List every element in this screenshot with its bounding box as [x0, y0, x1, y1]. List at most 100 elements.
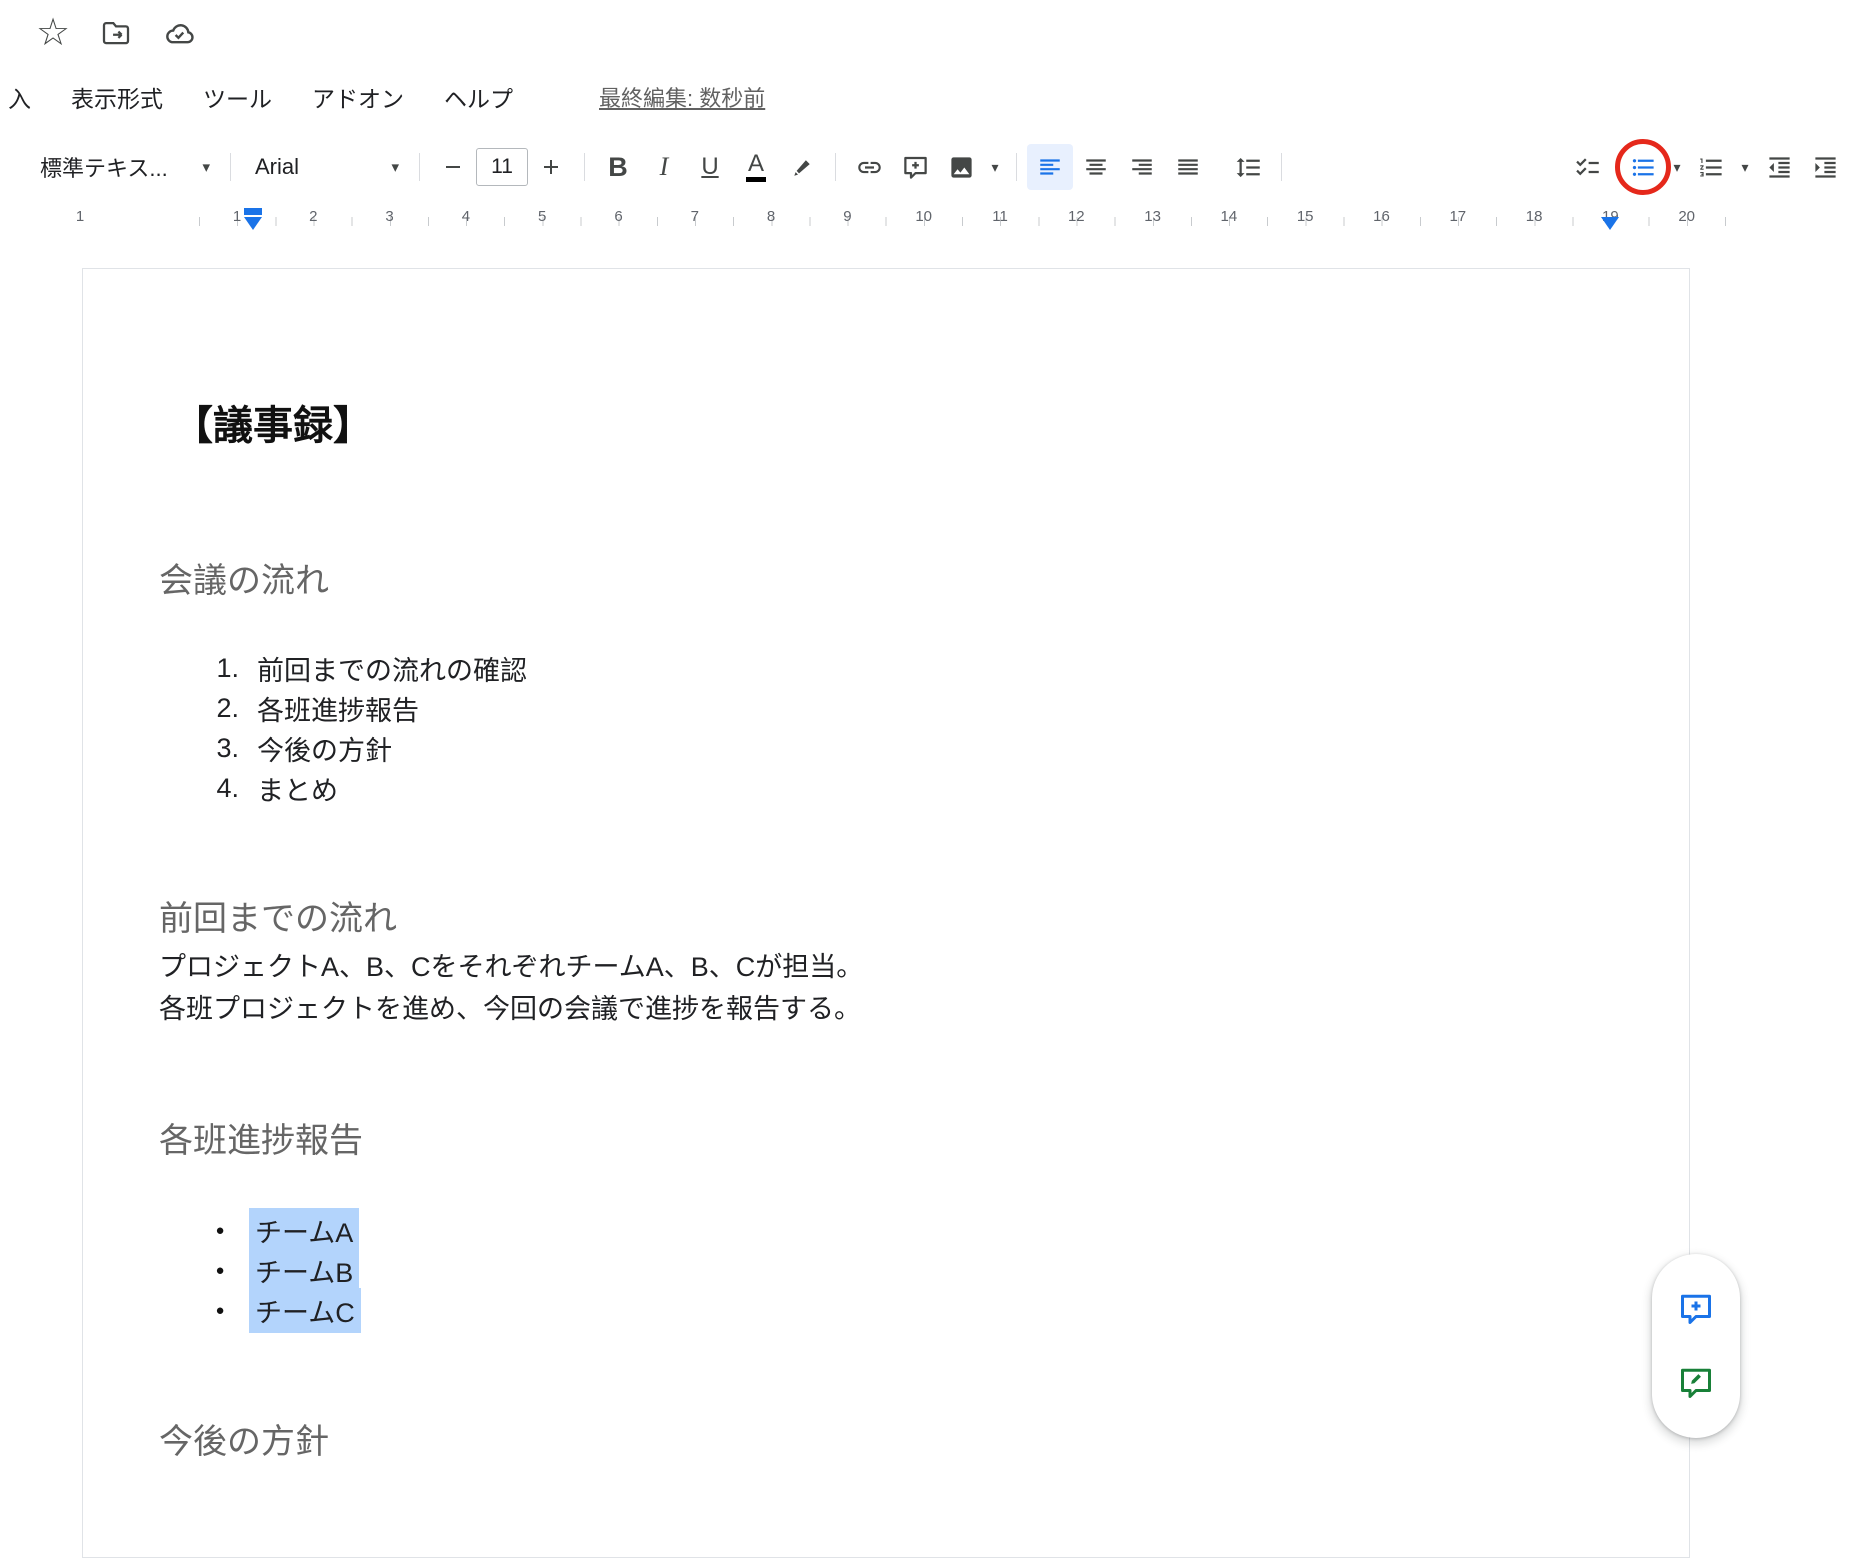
bulleted-list-menu-arrow[interactable]: ▾: [1666, 144, 1688, 190]
comment-add-icon: [1678, 1291, 1714, 1327]
align-right-button[interactable]: [1119, 144, 1165, 190]
increase-indent-button[interactable]: [1802, 144, 1848, 190]
ruler-number: 8: [767, 208, 775, 225]
align-right-icon: [1129, 154, 1155, 180]
align-justify-button[interactable]: [1165, 144, 1211, 190]
text-color-icon: A: [746, 152, 766, 182]
star-icon[interactable]: ☆: [36, 14, 70, 52]
insert-link-button[interactable]: [846, 144, 892, 190]
menu-format[interactable]: 表示形式: [71, 80, 163, 114]
link-icon: [856, 154, 883, 181]
ruler-number: 2: [309, 208, 317, 225]
list-item[interactable]: 2. 各班進捗報告: [201, 688, 527, 728]
ruler-number: 11: [992, 208, 1008, 225]
align-center-button[interactable]: [1073, 144, 1119, 190]
suggest-edit-button[interactable]: [1668, 1355, 1724, 1411]
document-page[interactable]: 【議事録】 会議の流れ 1. 前回までの流れの確認 2. 各班進捗報告 3. 今…: [82, 268, 1690, 1558]
comment-add-icon: [902, 154, 929, 181]
toolbar-separator: [1016, 153, 1017, 181]
decrease-font-size-button[interactable]: [430, 144, 476, 190]
decrease-indent-button[interactable]: [1756, 144, 1802, 190]
checklist-button[interactable]: [1564, 144, 1610, 190]
selected-text[interactable]: チームC: [249, 1288, 361, 1333]
ruler-number: 9: [843, 208, 851, 225]
team-bulleted-list: ● チームA ● チームB ● チームC: [207, 1210, 361, 1330]
ruler-number: 5: [538, 208, 546, 225]
add-comment-button[interactable]: [1668, 1281, 1724, 1337]
ruler-number: 20: [1678, 208, 1695, 225]
first-line-indent-marker[interactable]: [244, 208, 262, 215]
list-item[interactable]: 3. 今後の方針: [201, 728, 527, 768]
italic-button[interactable]: I: [641, 144, 687, 190]
increase-indent-icon: [1812, 154, 1839, 181]
bold-button[interactable]: B: [595, 144, 641, 190]
numbered-list-button[interactable]: [1688, 144, 1734, 190]
image-menu-arrow[interactable]: ▾: [984, 144, 1006, 190]
font-selector[interactable]: Arial ▾: [241, 145, 409, 189]
ruler-number: 14: [1221, 208, 1238, 225]
insert-image-button[interactable]: [938, 144, 984, 190]
ruler: 1 1234567891011121314151617181920: [0, 206, 1856, 236]
selected-text[interactable]: チームB: [249, 1248, 359, 1293]
cloud-saved-icon[interactable]: [162, 16, 196, 50]
text-color-button[interactable]: A: [733, 144, 779, 190]
menu-tools[interactable]: ツール: [203, 80, 272, 114]
list-item[interactable]: 1. 前回までの流れの確認: [201, 648, 527, 688]
bulleted-list-button[interactable]: [1620, 144, 1666, 190]
heading-previous-flow[interactable]: 前回までの流れ: [159, 891, 397, 940]
list-item[interactable]: ● チームB: [207, 1250, 361, 1290]
paragraph[interactable]: プロジェクトA、B、CをそれぞれチームA、B、Cが担当。: [159, 946, 863, 988]
menu-insert-partial[interactable]: 入: [8, 80, 31, 114]
last-edit-link[interactable]: 最終編集: 数秒前: [599, 81, 765, 113]
move-folder-icon[interactable]: [100, 17, 132, 49]
paragraph-style-selector[interactable]: 標準テキス... ▾: [28, 145, 220, 189]
checklist-icon: [1574, 154, 1601, 181]
toolbar-separator: [1281, 153, 1282, 181]
meeting-flow-numbered-list: 1. 前回までの流れの確認 2. 各班進捗報告 3. 今後の方針 4. まとめ: [201, 648, 527, 808]
right-indent-marker[interactable]: [1601, 217, 1619, 230]
font-size-input[interactable]: 11: [476, 148, 528, 186]
list-item[interactable]: 4. まとめ: [201, 768, 527, 808]
doc-title[interactable]: 【議事録】: [173, 393, 373, 451]
align-center-icon: [1083, 154, 1109, 180]
list-item[interactable]: ● チームC: [207, 1290, 361, 1330]
ruler-number: 1: [233, 208, 241, 225]
left-indent-marker[interactable]: [244, 217, 262, 230]
heading-progress-report[interactable]: 各班進捗報告: [159, 1113, 363, 1162]
underline-button[interactable]: U: [687, 144, 733, 190]
list-item-text[interactable]: 前回までの流れの確認: [257, 649, 527, 688]
bullet-glyph: ●: [207, 1302, 233, 1319]
list-item-text[interactable]: 各班進捗報告: [257, 689, 419, 728]
paragraph[interactable]: 各班プロジェクトを進め、今回の会議で進捗を報告する。: [159, 988, 863, 1030]
menu-addons[interactable]: アドオン: [312, 80, 404, 114]
align-left-button[interactable]: [1027, 144, 1073, 190]
list-number: 2.: [201, 693, 239, 724]
ruler-number: 10: [915, 208, 932, 225]
increase-font-size-button[interactable]: [528, 144, 574, 190]
add-comment-toolbar-button[interactable]: [892, 144, 938, 190]
line-spacing-icon: [1235, 154, 1262, 181]
list-item-text[interactable]: まとめ: [257, 769, 338, 808]
heading-future-policy[interactable]: 今後の方針: [159, 1414, 329, 1463]
list-number: 4.: [201, 773, 239, 804]
bulleted-list-icon: [1630, 154, 1657, 181]
suggest-edit-icon: [1678, 1365, 1714, 1401]
list-item-text[interactable]: 今後の方針: [257, 729, 392, 768]
line-spacing-button[interactable]: [1225, 144, 1271, 190]
menu-help[interactable]: ヘルプ: [444, 80, 513, 114]
list-item[interactable]: ● チームA: [207, 1210, 361, 1250]
highlight-color-button[interactable]: [779, 144, 825, 190]
numbered-list-icon: [1698, 154, 1725, 181]
image-icon: [948, 154, 975, 181]
menubar: 入 表示形式 ツール アドオン ヘルプ 最終編集: 数秒前: [0, 78, 765, 116]
decrease-indent-icon: [1766, 154, 1793, 181]
numbered-list-menu-arrow[interactable]: ▾: [1734, 144, 1756, 190]
list-controls-group: ▾ ▾: [1564, 144, 1848, 190]
selected-text[interactable]: チームA: [249, 1208, 359, 1253]
heading-meeting-flow[interactable]: 会議の流れ: [159, 553, 329, 602]
ruler-number: 1: [76, 208, 84, 225]
toolbar-separator: [835, 153, 836, 181]
list-number: 3.: [201, 733, 239, 764]
toolbar-separator: [230, 153, 231, 181]
bullet-glyph: ●: [207, 1222, 233, 1239]
